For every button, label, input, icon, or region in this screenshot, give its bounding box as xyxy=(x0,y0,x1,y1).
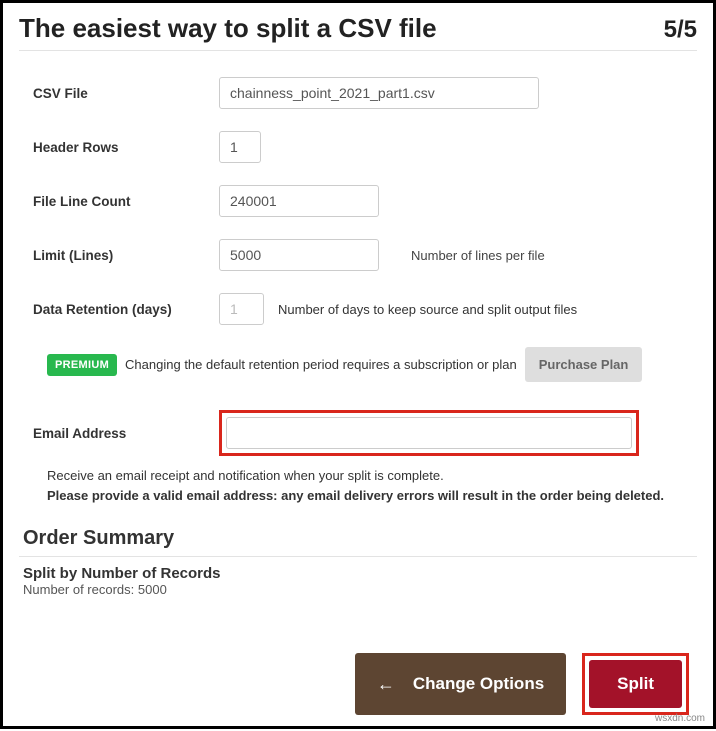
hint-data-retention: Number of days to keep source and split … xyxy=(278,302,577,317)
change-options-button[interactable]: ← Change Options xyxy=(355,653,566,715)
input-header-rows[interactable] xyxy=(219,131,261,163)
source-watermark: wsxdn.com xyxy=(655,713,705,724)
input-data-retention xyxy=(219,293,264,325)
order-summary-body: Split by Number of Records Number of rec… xyxy=(19,557,697,605)
order-summary-sub: Number of records: 5000 xyxy=(23,582,693,597)
row-header-rows: Header Rows xyxy=(19,131,697,163)
title-row: The easiest way to split a CSV file 5/5 xyxy=(19,13,697,51)
label-file-line-count: File Line Count xyxy=(19,194,219,209)
page-container: The easiest way to split a CSV file 5/5 … xyxy=(3,3,713,731)
notice-line2: Please provide a valid email address: an… xyxy=(47,488,664,503)
label-limit: Limit (Lines) xyxy=(19,248,219,263)
email-highlight-box xyxy=(219,410,639,456)
input-csv-file[interactable] xyxy=(219,77,539,109)
row-data-retention: Data Retention (days) Number of days to … xyxy=(19,293,697,325)
arrow-left-icon: ← xyxy=(377,675,395,693)
row-csv-file: CSV File xyxy=(19,77,697,109)
step-indicator: 5/5 xyxy=(664,16,697,44)
input-limit[interactable] xyxy=(219,239,379,271)
label-email: Email Address xyxy=(19,426,219,441)
premium-row: PREMIUM Changing the default retention p… xyxy=(47,347,697,382)
row-email: Email Address xyxy=(19,410,697,456)
page-title: The easiest way to split a CSV file xyxy=(19,13,437,44)
split-highlight-box: Split xyxy=(582,653,689,715)
hint-limit: Number of lines per file xyxy=(411,248,545,263)
order-summary-title: Split by Number of Records xyxy=(23,565,693,582)
change-options-label: Change Options xyxy=(413,674,544,694)
row-file-line-count: File Line Count xyxy=(19,185,697,217)
purchase-plan-button[interactable]: Purchase Plan xyxy=(525,347,643,382)
email-notice: Receive an email receipt and notificatio… xyxy=(19,466,697,505)
split-button[interactable]: Split xyxy=(589,660,682,708)
label-csv-file: CSV File xyxy=(19,86,219,101)
actions-row: ← Change Options Split xyxy=(19,653,697,715)
label-header-rows: Header Rows xyxy=(19,140,219,155)
label-data-retention: Data Retention (days) xyxy=(19,302,219,317)
input-file-line-count[interactable] xyxy=(219,185,379,217)
input-email[interactable] xyxy=(226,417,632,449)
order-summary-heading: Order Summary xyxy=(19,523,697,557)
notice-line1: Receive an email receipt and notificatio… xyxy=(47,466,697,486)
row-limit: Limit (Lines) Number of lines per file xyxy=(19,239,697,271)
premium-text: Changing the default retention period re… xyxy=(125,357,517,372)
premium-badge: PREMIUM xyxy=(47,354,117,376)
